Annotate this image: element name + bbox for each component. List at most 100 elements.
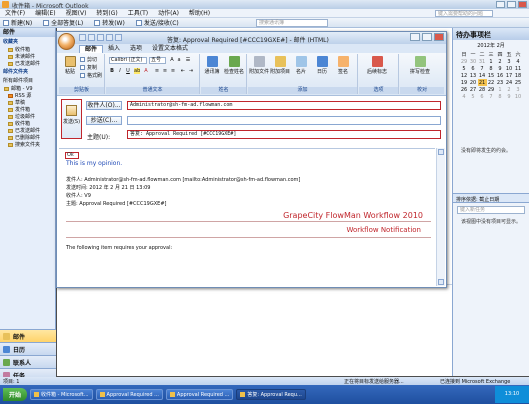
calendar-day[interactable]: 22: [487, 79, 496, 86]
calendar-day[interactable]: 29: [460, 58, 469, 65]
address-book-search-input[interactable]: 搜索通讯簿: [256, 19, 328, 27]
font-name-combo[interactable]: Calibri (正文): [109, 57, 147, 64]
calendar-button[interactable]: 日历: [312, 56, 332, 75]
align-right-icon[interactable]: ≡: [170, 68, 176, 74]
tree-item-outbox[interactable]: 发件箱: [0, 106, 55, 113]
task-sort-header[interactable]: 排序依据: 截止日期: [453, 193, 529, 203]
cut-button[interactable]: 剪切: [80, 56, 97, 63]
calendar-day[interactable]: 10: [505, 65, 514, 72]
bold-icon[interactable]: B: [109, 68, 115, 74]
bullets-icon[interactable]: ☰: [185, 57, 191, 63]
font-color-icon[interactable]: A: [143, 68, 149, 74]
calendar-day[interactable]: 29: [487, 86, 496, 93]
to-button[interactable]: 收件人(O)...: [86, 101, 122, 110]
cc-field[interactable]: [127, 116, 441, 125]
calendar-day[interactable]: 30: [469, 58, 478, 65]
italic-icon[interactable]: I: [117, 68, 123, 74]
taskbar-item-reply[interactable]: 答复: Approval Requ...: [236, 389, 306, 400]
calendar-day[interactable]: 10: [514, 93, 523, 100]
calendar-day[interactable]: 3: [505, 58, 514, 65]
attach-file-button[interactable]: 附加文件: [249, 56, 269, 75]
tree-item-sent[interactable]: 已发送邮件: [0, 127, 55, 134]
compose-maximize-button[interactable]: [422, 33, 432, 41]
highlight-icon[interactable]: ab: [134, 68, 140, 74]
close-button[interactable]: [518, 1, 527, 8]
nav-button-contacts[interactable]: 联系人: [0, 355, 56, 368]
compose-minimize-button[interactable]: [410, 33, 420, 41]
calendar-day[interactable]: 14: [478, 72, 487, 79]
increase-indent-icon[interactable]: ⇥: [188, 68, 194, 74]
calendar-day[interactable]: 24: [505, 79, 514, 86]
calendar-day[interactable]: 3: [514, 86, 523, 93]
system-tray-clock[interactable]: 13:10: [495, 386, 529, 403]
align-left-icon[interactable]: ≡: [154, 68, 160, 74]
calendar-day[interactable]: 8: [487, 65, 496, 72]
calendar-day[interactable]: 19: [460, 79, 469, 86]
redo-icon[interactable]: [97, 34, 104, 41]
align-center-icon[interactable]: ≡: [162, 68, 168, 74]
scroll-down-icon[interactable]: [438, 279, 444, 285]
nav-button-calendar[interactable]: 日历: [0, 342, 56, 355]
forward-button[interactable]: 转发(W): [102, 18, 125, 27]
tab-format-text[interactable]: 设置文本格式: [147, 45, 193, 53]
calendar-day[interactable]: 26: [460, 86, 469, 93]
calendar-day[interactable]: 25: [514, 79, 523, 86]
paste-button[interactable]: 粘贴: [60, 56, 80, 75]
message-body[interactable]: Ok This is my opinion. 发件人: Administrato…: [59, 148, 435, 286]
calendar-day[interactable]: 1: [496, 86, 505, 93]
font-size-combo[interactable]: 五号: [149, 57, 166, 64]
tree-item-inbox[interactable]: 收件箱: [0, 120, 55, 127]
taskbar-item-inbox[interactable]: 收件箱 - Microsoft...: [30, 389, 93, 400]
calendar-day[interactable]: 28: [478, 86, 487, 93]
fav-item-unread[interactable]: 未读邮件: [0, 53, 55, 60]
taskbar-item-approval-2[interactable]: Approval Required ...: [165, 389, 234, 400]
tab-insert[interactable]: 插入: [103, 45, 125, 53]
calendar-day[interactable]: 2: [496, 58, 505, 65]
menu-go[interactable]: 转到(G): [91, 9, 122, 18]
tree-item-deleted[interactable]: 已删除邮件: [0, 134, 55, 141]
address-book-button[interactable]: 通讯簿: [202, 56, 222, 75]
to-field[interactable]: Administrator@sh-fm-ad.flowman.com: [127, 101, 441, 110]
calendar-day[interactable]: 6: [478, 93, 487, 100]
compose-close-button[interactable]: [434, 33, 444, 41]
fav-item-sent[interactable]: 已发送邮件: [0, 60, 55, 67]
spelling-button[interactable]: 拼写检查: [410, 56, 430, 75]
business-card-button[interactable]: 名片: [291, 56, 311, 75]
calendar-day[interactable]: 13: [469, 72, 478, 79]
new-button[interactable]: 新建(N): [11, 18, 32, 27]
menu-actions[interactable]: 动作(A): [153, 9, 184, 18]
body-scrollbar[interactable]: [436, 148, 445, 286]
attach-item-button[interactable]: 附加项目: [270, 56, 290, 75]
calendar-day[interactable]: 6: [469, 65, 478, 72]
tree-item-search-folders[interactable]: 搜索文件夹: [0, 141, 55, 148]
calendar-day[interactable]: 7: [478, 65, 487, 72]
calendar-day[interactable]: 27: [469, 86, 478, 93]
menu-help[interactable]: 帮助(H): [184, 9, 215, 18]
nav-button-mail[interactable]: 邮件: [0, 329, 56, 342]
reply-all-button[interactable]: 全部答复(L): [51, 18, 83, 27]
calendar-day[interactable]: 11: [514, 65, 523, 72]
favorites-section[interactable]: 收藏夹: [0, 37, 55, 46]
calendar-day[interactable]: 2: [505, 86, 514, 93]
tree-item-junk[interactable]: 垃圾邮件: [0, 113, 55, 120]
down-arrow-icon[interactable]: [115, 34, 122, 41]
taskbar-item-approval-1[interactable]: Approval Required ...: [95, 389, 163, 400]
check-names-button[interactable]: 检查姓名: [224, 56, 244, 75]
menu-edit[interactable]: 编辑(E): [30, 9, 60, 18]
shrink-font-icon[interactable]: a: [176, 57, 182, 63]
menu-tools[interactable]: 工具(T): [123, 9, 153, 18]
all-mail-items[interactable]: 所有邮件项目: [0, 76, 55, 85]
mail-folders-section[interactable]: 邮件文件夹: [0, 67, 55, 76]
send-receive-button[interactable]: 发送/接收(C): [144, 18, 179, 27]
save-icon[interactable]: [79, 34, 86, 41]
calendar-day[interactable]: 16: [496, 72, 505, 79]
calendar-day[interactable]: 8: [496, 93, 505, 100]
calendar-day[interactable]: 31: [478, 58, 487, 65]
calendar-month[interactable]: 2012年 2月: [453, 42, 529, 49]
calendar-day[interactable]: 23: [496, 79, 505, 86]
tree-item-drafts[interactable]: 草稿: [0, 99, 55, 106]
calendar-day[interactable]: 7: [487, 93, 496, 100]
undo-icon[interactable]: [88, 34, 95, 41]
format-painter-button[interactable]: 格式刷: [80, 72, 102, 79]
follow-up-button[interactable]: 后续标志: [367, 56, 387, 75]
